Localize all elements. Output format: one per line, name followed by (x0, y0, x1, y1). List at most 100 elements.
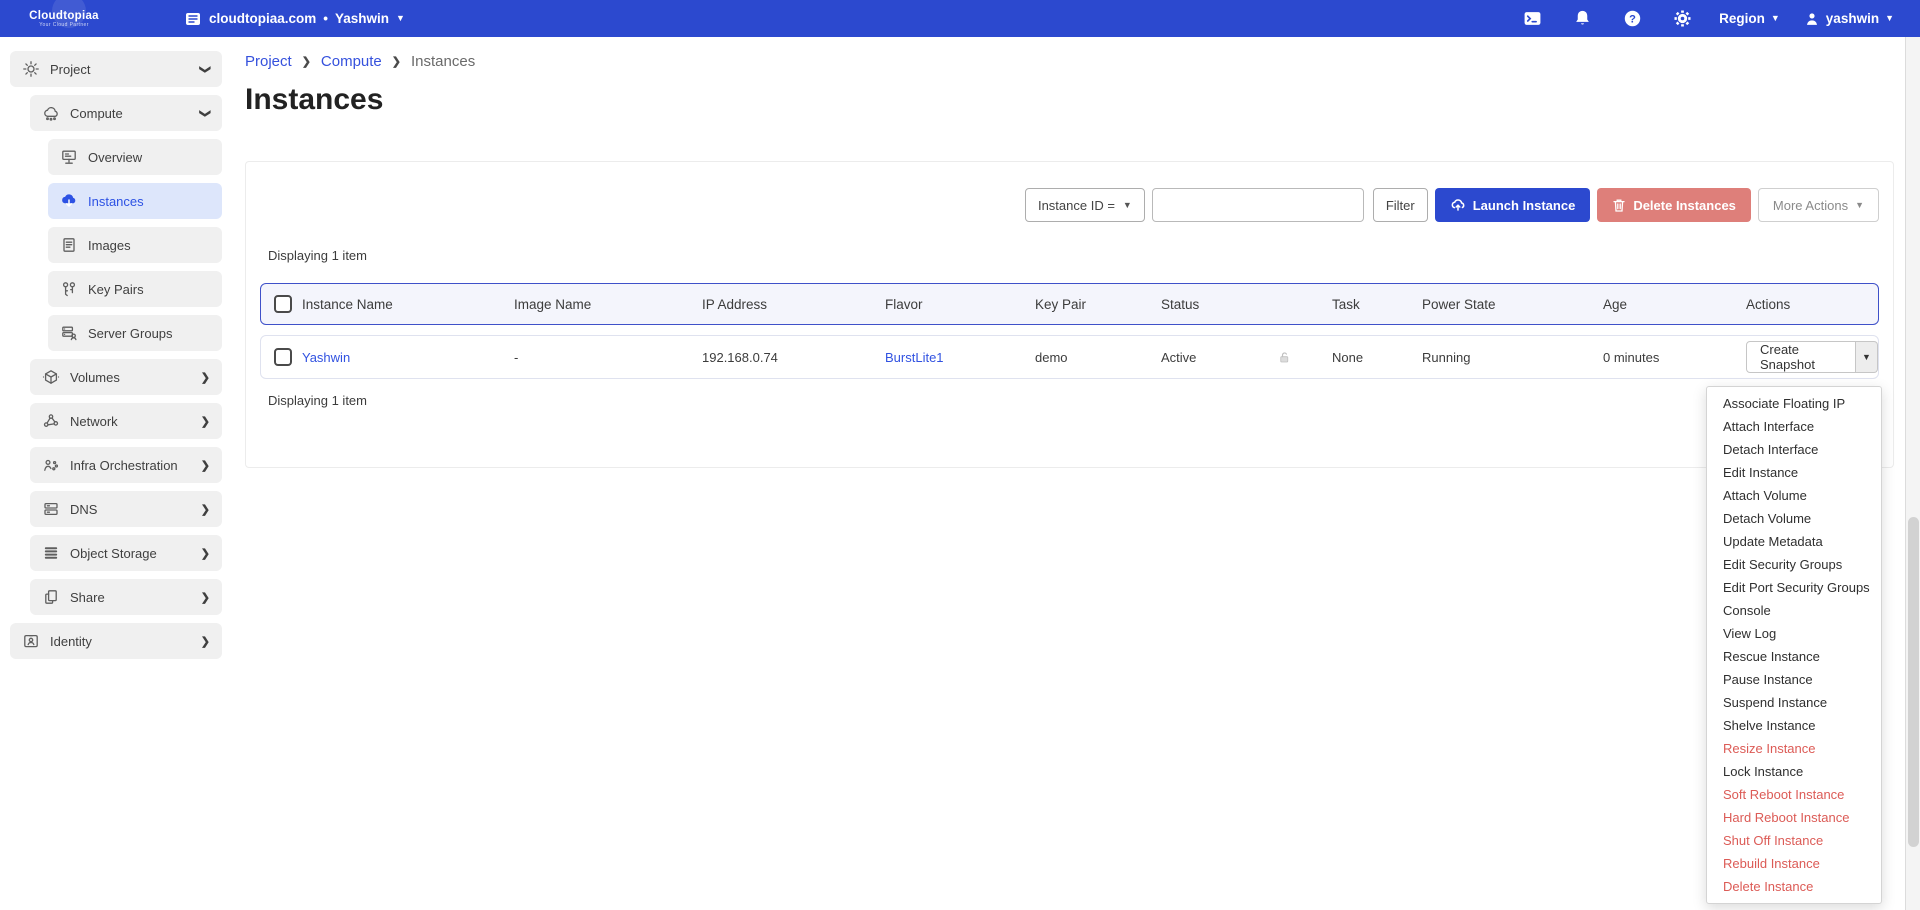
instances-panel: Instance ID = ▼ Filter Launch Instance (245, 161, 1894, 468)
more-actions-button[interactable]: More Actions ▼ (1758, 188, 1879, 222)
menu-item[interactable]: Rescue Instance (1707, 645, 1881, 668)
menu-item[interactable]: Edit Security Groups (1707, 553, 1881, 576)
chevron-down-icon: ▼ (1862, 353, 1871, 362)
context-project: Yashwin (335, 11, 389, 26)
sidebar-item-label: Server Groups (88, 326, 173, 341)
chevron-right-icon: ❯ (201, 415, 210, 428)
menu-item[interactable]: Resize Instance (1707, 737, 1881, 760)
sidebar-item-network[interactable]: Network ❯ (30, 403, 222, 439)
sidebar-item-key-pairs[interactable]: Key Pairs (48, 271, 222, 307)
menu-item[interactable]: Delete Instance (1707, 875, 1881, 898)
notifications-bell-button[interactable] (1557, 9, 1607, 28)
table-toolbar: Instance ID = ▼ Filter Launch Instance (260, 188, 1879, 222)
settings-gear-button[interactable] (1657, 9, 1707, 28)
sidebar-item-project[interactable]: Project ❯ (10, 51, 222, 87)
sidebar-item-label: DNS (70, 502, 97, 517)
key-pair-cell: demo (1035, 350, 1161, 365)
server-group-icon (60, 324, 78, 342)
row-checkbox[interactable] (274, 348, 292, 366)
age-cell: 0 minutes (1603, 350, 1746, 365)
power-state-cell: Running (1422, 350, 1603, 365)
row-actions-dropdown-toggle[interactable]: ▼ (1856, 341, 1878, 373)
sidebar-item-label: Infra Orchestration (70, 458, 178, 473)
chevron-down-icon: ❯ (199, 108, 212, 117)
terminal-console-button[interactable] (1507, 9, 1557, 28)
menu-item[interactable]: View Log (1707, 622, 1881, 645)
sidebar-item-infra-orchestration[interactable]: Infra Orchestration ❯ (30, 447, 222, 483)
menu-item[interactable]: Soft Reboot Instance (1707, 783, 1881, 806)
chevron-right-icon: ❯ (392, 55, 401, 68)
menu-item[interactable]: Pause Instance (1707, 668, 1881, 691)
row-actions-menu: Associate Floating IP Attach Interface D… (1706, 386, 1882, 904)
ip-address-cell: 192.168.0.74 (702, 350, 885, 365)
menu-item[interactable]: Hard Reboot Instance (1707, 806, 1881, 829)
instance-name-link[interactable]: Yashwin (302, 350, 350, 365)
user-menu[interactable]: yashwin ▼ (1792, 11, 1906, 27)
chevron-down-icon: ❯ (199, 64, 212, 73)
breadcrumb-link-compute[interactable]: Compute (321, 53, 382, 70)
filter-search-input[interactable] (1152, 188, 1364, 222)
sidebar-item-volumes[interactable]: Volumes ❯ (30, 359, 222, 395)
filter-button[interactable]: Filter (1373, 188, 1428, 222)
sidebar-item-label: Network (70, 414, 118, 429)
delete-instances-button[interactable]: Delete Instances (1597, 188, 1751, 222)
launch-instance-button[interactable]: Launch Instance (1435, 188, 1591, 222)
menu-item[interactable]: Edit Port Security Groups (1707, 576, 1881, 599)
menu-item[interactable]: Lock Instance (1707, 760, 1881, 783)
column-header: Flavor (885, 297, 1035, 312)
page-scrollbar[interactable] (1905, 37, 1920, 910)
sidebar-item-server-groups[interactable]: Server Groups (48, 315, 222, 351)
gear-icon (22, 60, 40, 78)
flavor-link[interactable]: BurstLite1 (885, 350, 944, 365)
task-cell: None (1332, 350, 1422, 365)
user-name: yashwin (1826, 11, 1879, 26)
sidebar-item-compute[interactable]: Compute ❯ (30, 95, 222, 131)
column-header: IP Address (702, 297, 885, 312)
brand-tagline: Your Cloud Partner (39, 22, 89, 28)
sidebar-item-share[interactable]: Share ❯ (30, 579, 222, 615)
menu-item[interactable]: Detach Volume (1707, 507, 1881, 530)
context-domain: cloudtopiaa.com (209, 11, 316, 26)
chevron-right-icon: ❯ (201, 591, 210, 604)
sidebar-item-label: Compute (70, 106, 123, 121)
column-header: Age (1603, 297, 1746, 312)
menu-item[interactable]: Console (1707, 599, 1881, 622)
menu-item[interactable]: Update Metadata (1707, 530, 1881, 553)
sidebar-item-instances[interactable]: Instances (48, 183, 222, 219)
menu-item[interactable]: Shelve Instance (1707, 714, 1881, 737)
menu-item[interactable]: Edit Instance (1707, 461, 1881, 484)
menu-item[interactable]: Associate Floating IP (1707, 392, 1881, 415)
help-button[interactable]: ? (1607, 9, 1657, 28)
create-snapshot-button[interactable]: Create Snapshot (1746, 341, 1856, 373)
monitor-icon (60, 148, 78, 166)
sidebar-item-images[interactable]: Images (48, 227, 222, 263)
scrollbar-thumb[interactable] (1908, 517, 1919, 847)
cloud-icon (42, 104, 60, 122)
brand-logo[interactable]: Cloudtopiaa Your Cloud Partner (0, 0, 128, 37)
storage-stack-icon (42, 544, 60, 562)
menu-item[interactable]: Shut Off Instance (1707, 829, 1881, 852)
menu-item[interactable]: Suspend Instance (1707, 691, 1881, 714)
region-selector[interactable]: Region ▼ (1707, 11, 1792, 26)
filter-button-label: Filter (1386, 198, 1415, 213)
menu-item[interactable]: Attach Interface (1707, 415, 1881, 438)
sidebar-item-overview[interactable]: Overview (48, 139, 222, 175)
menu-item[interactable]: Detach Interface (1707, 438, 1881, 461)
menu-item[interactable]: Attach Volume (1707, 484, 1881, 507)
unlock-icon (1277, 350, 1292, 365)
sidebar-item-object-storage[interactable]: Object Storage ❯ (30, 535, 222, 571)
keys-icon (60, 280, 78, 298)
sidebar-item-dns[interactable]: DNS ❯ (30, 491, 222, 527)
chevron-down-icon: ▼ (1855, 201, 1864, 210)
domain-project-switcher[interactable]: cloudtopiaa.com • Yashwin ▼ (184, 10, 405, 28)
sidebar-item-label: Instances (88, 194, 144, 209)
filter-field-select[interactable]: Instance ID = ▼ (1025, 188, 1145, 222)
dns-servers-icon (42, 500, 60, 518)
user-avatar-icon (1804, 11, 1820, 27)
item-count-top: Displaying 1 item (268, 248, 1879, 263)
sidebar-item-label: Object Storage (70, 546, 157, 561)
select-all-checkbox[interactable] (274, 295, 292, 313)
breadcrumb-link-project[interactable]: Project (245, 53, 292, 70)
menu-item[interactable]: Rebuild Instance (1707, 852, 1881, 875)
sidebar-item-identity[interactable]: Identity ❯ (10, 623, 222, 659)
